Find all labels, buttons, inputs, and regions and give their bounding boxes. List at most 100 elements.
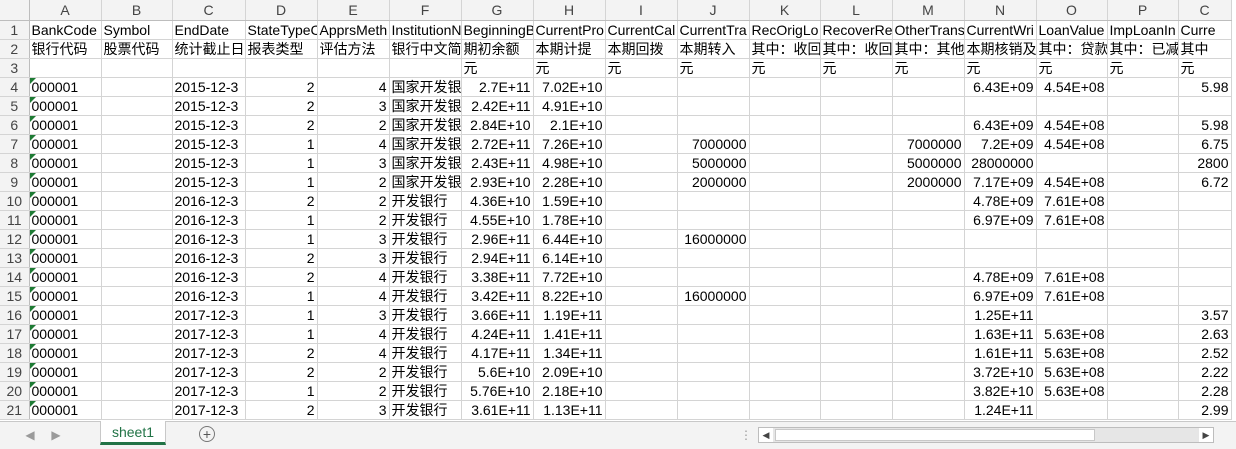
cell[interactable]: 2015-12-3 [172,153,246,173]
cell[interactable]: 6.97E+09 [964,210,1037,230]
column-header[interactable]: H [533,0,606,21]
cell[interactable]: 2016-12-3 [172,229,246,249]
cell[interactable]: 000001 [29,210,102,230]
cell[interactable] [172,58,246,78]
cell[interactable] [749,324,821,344]
column-header[interactable]: D [245,0,318,21]
cell[interactable]: 3.38E+11 [461,267,534,287]
cell[interactable]: 2016-12-3 [172,267,246,287]
cell[interactable]: 2016-12-3 [172,248,246,268]
cell[interactable]: 1.63E+11 [964,324,1037,344]
cell[interactable] [820,286,893,306]
cell[interactable] [749,115,821,135]
cell[interactable] [749,343,821,363]
cell[interactable] [677,77,750,97]
cell[interactable] [605,286,678,306]
cell[interactable] [101,267,173,287]
column-header[interactable]: J [677,0,750,21]
cell[interactable] [677,96,750,116]
column-header[interactable]: L [820,0,893,21]
cell[interactable]: 国家开发银 [389,172,462,192]
cell[interactable]: 本期核销及 [964,39,1037,59]
cell[interactable]: 000001 [29,134,102,154]
cell[interactable]: 元 [677,58,750,78]
cell[interactable] [101,248,173,268]
cell[interactable]: 6.72 [1178,172,1232,192]
cell[interactable] [820,324,893,344]
cell[interactable]: 2017-12-3 [172,324,246,344]
cell[interactable]: Symbol [101,20,173,40]
cell[interactable]: 2017-12-3 [172,305,246,325]
cell[interactable]: 5.76E+10 [461,381,534,401]
cell[interactable] [677,362,750,382]
cell[interactable] [1107,362,1179,382]
cell[interactable]: 000001 [29,77,102,97]
column-header[interactable]: I [605,0,678,21]
cell[interactable]: 1 [245,210,318,230]
row-header[interactable]: 10 [0,191,30,211]
cell[interactable]: 开发银行 [389,305,462,325]
cell[interactable]: 开发银行 [389,248,462,268]
cell[interactable]: 2 [245,96,318,116]
cell[interactable]: InstitutionN [389,20,462,40]
cell[interactable]: Curre [1178,20,1232,40]
cell[interactable] [1107,248,1179,268]
cell[interactable]: 股票代码 [101,39,173,59]
cell[interactable]: 1 [245,381,318,401]
column-header[interactable]: B [101,0,173,21]
cell[interactable]: 1 [245,172,318,192]
cell[interactable]: 000001 [29,400,102,420]
cell[interactable] [101,58,173,78]
cell[interactable] [1036,248,1108,268]
cell[interactable]: 2015-12-3 [172,172,246,192]
cell[interactable]: 4.55E+10 [461,210,534,230]
cell[interactable]: 元 [605,58,678,78]
cell[interactable] [749,362,821,382]
cell[interactable]: 5.63E+08 [1036,324,1108,344]
cell[interactable] [820,191,893,211]
cell[interactable]: 2017-12-3 [172,362,246,382]
cell[interactable] [605,400,678,420]
cell[interactable] [605,324,678,344]
cell[interactable] [605,77,678,97]
cell[interactable]: 2017-12-3 [172,343,246,363]
cell[interactable] [749,96,821,116]
cell[interactable]: 2 [317,210,390,230]
cell[interactable]: 1.24E+11 [964,400,1037,420]
cell[interactable] [101,229,173,249]
cell[interactable] [101,286,173,306]
cell[interactable]: 3.42E+11 [461,286,534,306]
cell[interactable]: 银行代码 [29,39,102,59]
cell[interactable]: 2000000 [677,172,750,192]
cell[interactable]: 3.82E+10 [964,381,1037,401]
cell[interactable]: 4.54E+08 [1036,115,1108,135]
cell[interactable] [1036,305,1108,325]
column-header[interactable]: A [29,0,102,21]
cell[interactable]: 4 [317,324,390,344]
cell[interactable]: 7.61E+08 [1036,267,1108,287]
row-header[interactable]: 7 [0,134,30,154]
cell[interactable] [1107,96,1179,116]
cell[interactable]: 1.34E+11 [533,343,606,363]
cell[interactable] [677,248,750,268]
cell[interactable] [749,210,821,230]
cell[interactable] [101,324,173,344]
cell[interactable]: 3.61E+11 [461,400,534,420]
cell[interactable]: 2.94E+11 [461,248,534,268]
cell[interactable] [101,96,173,116]
cell[interactable]: 2015-12-3 [172,134,246,154]
cell[interactable] [1107,115,1179,135]
cell[interactable]: 000001 [29,153,102,173]
cell[interactable] [1107,381,1179,401]
row-header[interactable]: 4 [0,77,30,97]
row-header[interactable]: 5 [0,96,30,116]
cell[interactable]: 7000000 [677,134,750,154]
cell[interactable]: 1.61E+11 [964,343,1037,363]
cell[interactable]: RecOrigLo [749,20,821,40]
cell[interactable] [749,191,821,211]
cell[interactable]: 其中：其他 [892,39,965,59]
cell[interactable]: 2.43E+11 [461,153,534,173]
cell[interactable]: 3.57 [1178,305,1232,325]
cell[interactable] [964,229,1037,249]
cell[interactable]: 国家开发银 [389,77,462,97]
